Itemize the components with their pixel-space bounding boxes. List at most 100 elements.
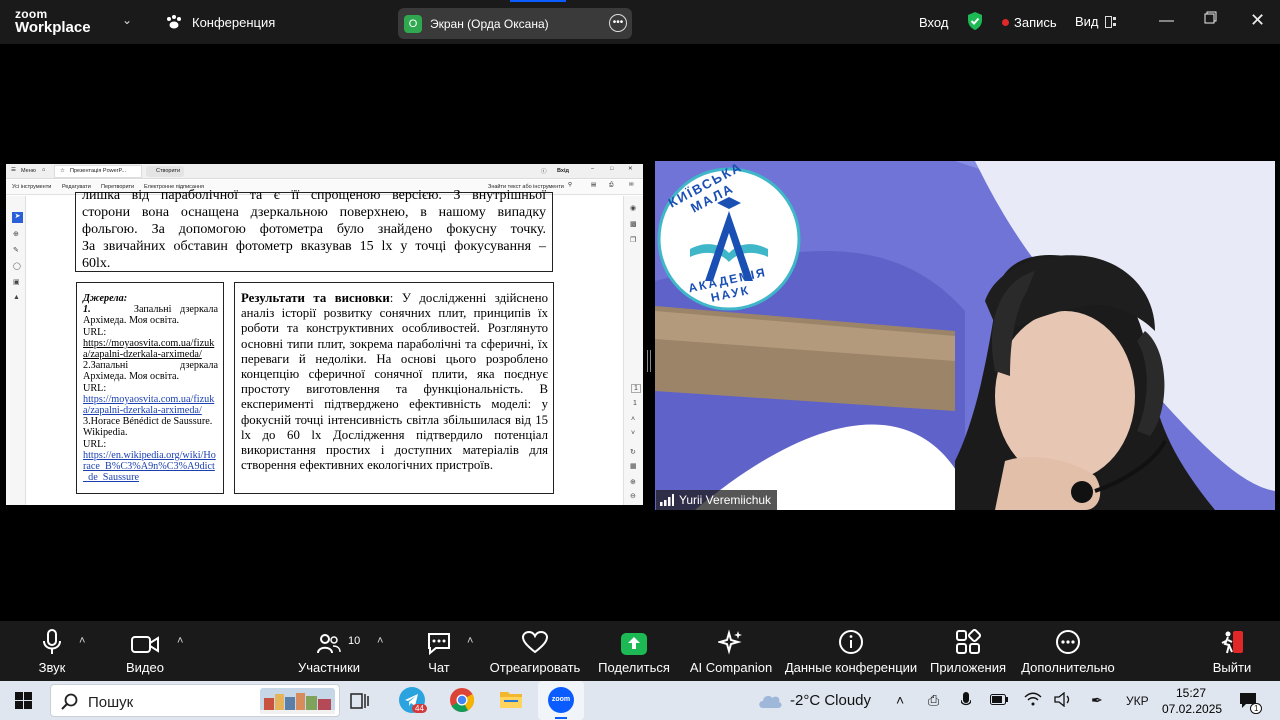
close-icon[interactable]: ✕ xyxy=(1250,10,1265,31)
minimize-icon[interactable]: – xyxy=(591,166,594,172)
more-icon[interactable]: ••• xyxy=(609,14,627,32)
video-button[interactable]: Видео xyxy=(120,621,170,681)
screen-share-pill[interactable]: О Экран (Орда Оксана) ••• xyxy=(398,8,632,39)
text-line: фольгою. За допомогою фотометра було зна… xyxy=(82,222,546,237)
export-icon[interactable]: ▩ xyxy=(630,220,637,228)
page-number-current[interactable]: 1 xyxy=(631,384,641,393)
menu-label[interactable]: Меню xyxy=(21,168,36,174)
source-3-text: 3.Horace Bénédict de Saussure. Wikipedia… xyxy=(83,416,213,439)
react-button[interactable]: Отреагировать xyxy=(490,621,580,681)
apps-icon xyxy=(956,629,981,654)
star-icon: ☆ xyxy=(60,168,65,174)
language-indicator[interactable]: УКР xyxy=(1126,694,1149,708)
windows-start-icon[interactable] xyxy=(15,692,32,709)
chevron-down-icon[interactable]: ˅ xyxy=(631,430,635,437)
restore-icon[interactable] xyxy=(1204,11,1217,28)
home-icon[interactable]: ⌂ xyxy=(42,167,45,173)
zoom-taskbar-button[interactable]: zoom xyxy=(538,681,584,720)
record-button[interactable]: Запись xyxy=(1002,15,1057,30)
close-icon[interactable]: ✕ xyxy=(628,166,633,172)
leave-label: Выйти xyxy=(1212,660,1252,675)
chat-button[interactable]: Чат xyxy=(424,621,454,681)
chevron-up-icon[interactable]: ˄ xyxy=(177,635,183,647)
share-button[interactable]: Поделиться xyxy=(598,621,670,681)
weather-text[interactable]: -2°C Cloudy xyxy=(790,692,871,709)
minimize-icon[interactable]: — xyxy=(1159,12,1174,29)
chevron-up-icon[interactable]: ˄ xyxy=(467,635,473,647)
meeting-menu[interactable]: Конференция xyxy=(165,14,275,30)
save-icon[interactable]: ▤ xyxy=(591,182,596,188)
active-app-indicator xyxy=(555,717,567,719)
sources-title: Джерела: xyxy=(83,293,128,304)
text-box-icon[interactable]: ▣ xyxy=(13,278,20,286)
new-tab-label: Створити xyxy=(156,168,181,174)
signin-button[interactable]: Вход xyxy=(919,15,948,30)
chrome-icon[interactable] xyxy=(449,687,475,713)
ai-companion-button[interactable]: AI Companion xyxy=(690,621,772,681)
chevron-up-icon[interactable]: ˄ xyxy=(896,692,904,708)
zoom-tool-icon[interactable]: ⊕ xyxy=(13,230,19,238)
lasso-icon[interactable]: ◯ xyxy=(13,262,21,270)
share-label: Поделиться xyxy=(598,660,670,675)
volume-icon[interactable] xyxy=(1054,692,1072,707)
more-button[interactable]: Дополнительно xyxy=(1020,621,1116,681)
more-label: Дополнительно xyxy=(1021,660,1115,675)
mic-icon[interactable] xyxy=(961,692,971,708)
view-button[interactable]: Вид xyxy=(1075,14,1117,29)
taskbar-search[interactable]: Пошук xyxy=(50,684,340,717)
pages-icon[interactable]: ❐ xyxy=(630,236,636,244)
results-box: Результати та висновки: У дослідженні зд… xyxy=(234,282,554,494)
fit-page-icon[interactable]: ▦ xyxy=(630,462,637,470)
apps-button[interactable]: Приложения xyxy=(929,621,1007,681)
file-explorer-icon[interactable] xyxy=(499,689,523,710)
meeting-title: Конференция xyxy=(192,14,276,30)
clock[interactable]: 15:27 07.02.2025 xyxy=(1162,685,1222,717)
leave-button[interactable]: Выйти xyxy=(1211,621,1253,681)
task-view-icon[interactable] xyxy=(350,692,370,710)
stamp-icon[interactable]: ▲ xyxy=(13,294,20,301)
chevron-up-icon[interactable]: ˄ xyxy=(377,635,383,647)
source-2-line-b: Архімеда. Моя освіта. xyxy=(83,371,180,383)
zoom-in-icon[interactable]: ⊕ xyxy=(630,478,636,486)
all-tools-tab[interactable]: Усі інструменти xyxy=(12,184,51,190)
shield-check-icon[interactable] xyxy=(966,11,984,31)
split-view-handle[interactable] xyxy=(647,350,651,372)
select-cursor-icon[interactable]: ➤ xyxy=(12,212,23,223)
participant-video[interactable]: КИЇВСЬКА МАЛА АКАДЕМІЯ НАУК xyxy=(655,161,1275,510)
shared-screen: ☰ Меню ⌂ ☆ Презентація PowerP... Створит… xyxy=(6,164,643,505)
method-text-box: лишка від параболічної та є її спрощеною… xyxy=(75,188,553,272)
text-line: 60lx. xyxy=(82,256,111,271)
source-2-link[interactable]: https://moyaosvita.com.ua/fizuka/zapalni… xyxy=(83,394,218,416)
rotate-icon[interactable]: ↻ xyxy=(630,448,636,456)
comment-icon[interactable]: ◉ xyxy=(630,204,636,212)
react-label: Отреагировать xyxy=(489,660,581,675)
help-icon[interactable]: ⓘ xyxy=(541,167,547,175)
battery-icon[interactable] xyxy=(990,694,1008,705)
participants-button[interactable]: 10 Участники xyxy=(296,621,362,681)
chevron-up-icon[interactable]: ˄ xyxy=(631,416,635,423)
menu-icon[interactable]: ☰ xyxy=(11,167,16,173)
mail-icon[interactable]: ✉ xyxy=(629,182,634,188)
participants-icon xyxy=(317,634,341,654)
restore-icon[interactable]: □ xyxy=(610,166,613,172)
source-3-link[interactable]: https://en.wikipedia.org/wiki/Horace_B%C… xyxy=(83,450,218,484)
source-3-url-label: URL: xyxy=(83,438,107,450)
pen-icon[interactable]: ✎ xyxy=(13,246,19,254)
zoom-logo: zoom Workplace xyxy=(15,8,91,36)
paw-icon xyxy=(167,15,181,29)
source-1-link[interactable]: https://moyaosvita.com.ua/fizuka/zapalni… xyxy=(83,338,218,360)
sharer-avatar: О xyxy=(404,14,422,33)
chevron-down-icon[interactable]: ⌄ xyxy=(122,13,132,27)
zoom-out-icon[interactable]: ⊖ xyxy=(630,492,636,500)
print-icon[interactable]: ⎙ xyxy=(609,182,613,189)
phone-link-icon[interactable]: ⎙ xyxy=(928,692,939,709)
meeting-info-button[interactable]: Данные конференции xyxy=(785,621,917,681)
search-icon[interactable]: ⚲ xyxy=(568,182,572,188)
chevron-up-icon[interactable]: ˄ xyxy=(79,635,85,647)
wifi-icon[interactable] xyxy=(1024,692,1042,707)
pen-icon[interactable]: ✒ xyxy=(1091,692,1103,709)
audio-button[interactable]: Звук xyxy=(30,621,74,681)
view-label: Вид xyxy=(1075,14,1099,29)
acrobat-signin[interactable]: Вхід xyxy=(557,168,569,174)
screen-share-label: Экран (Орда Оксана) xyxy=(430,16,549,31)
